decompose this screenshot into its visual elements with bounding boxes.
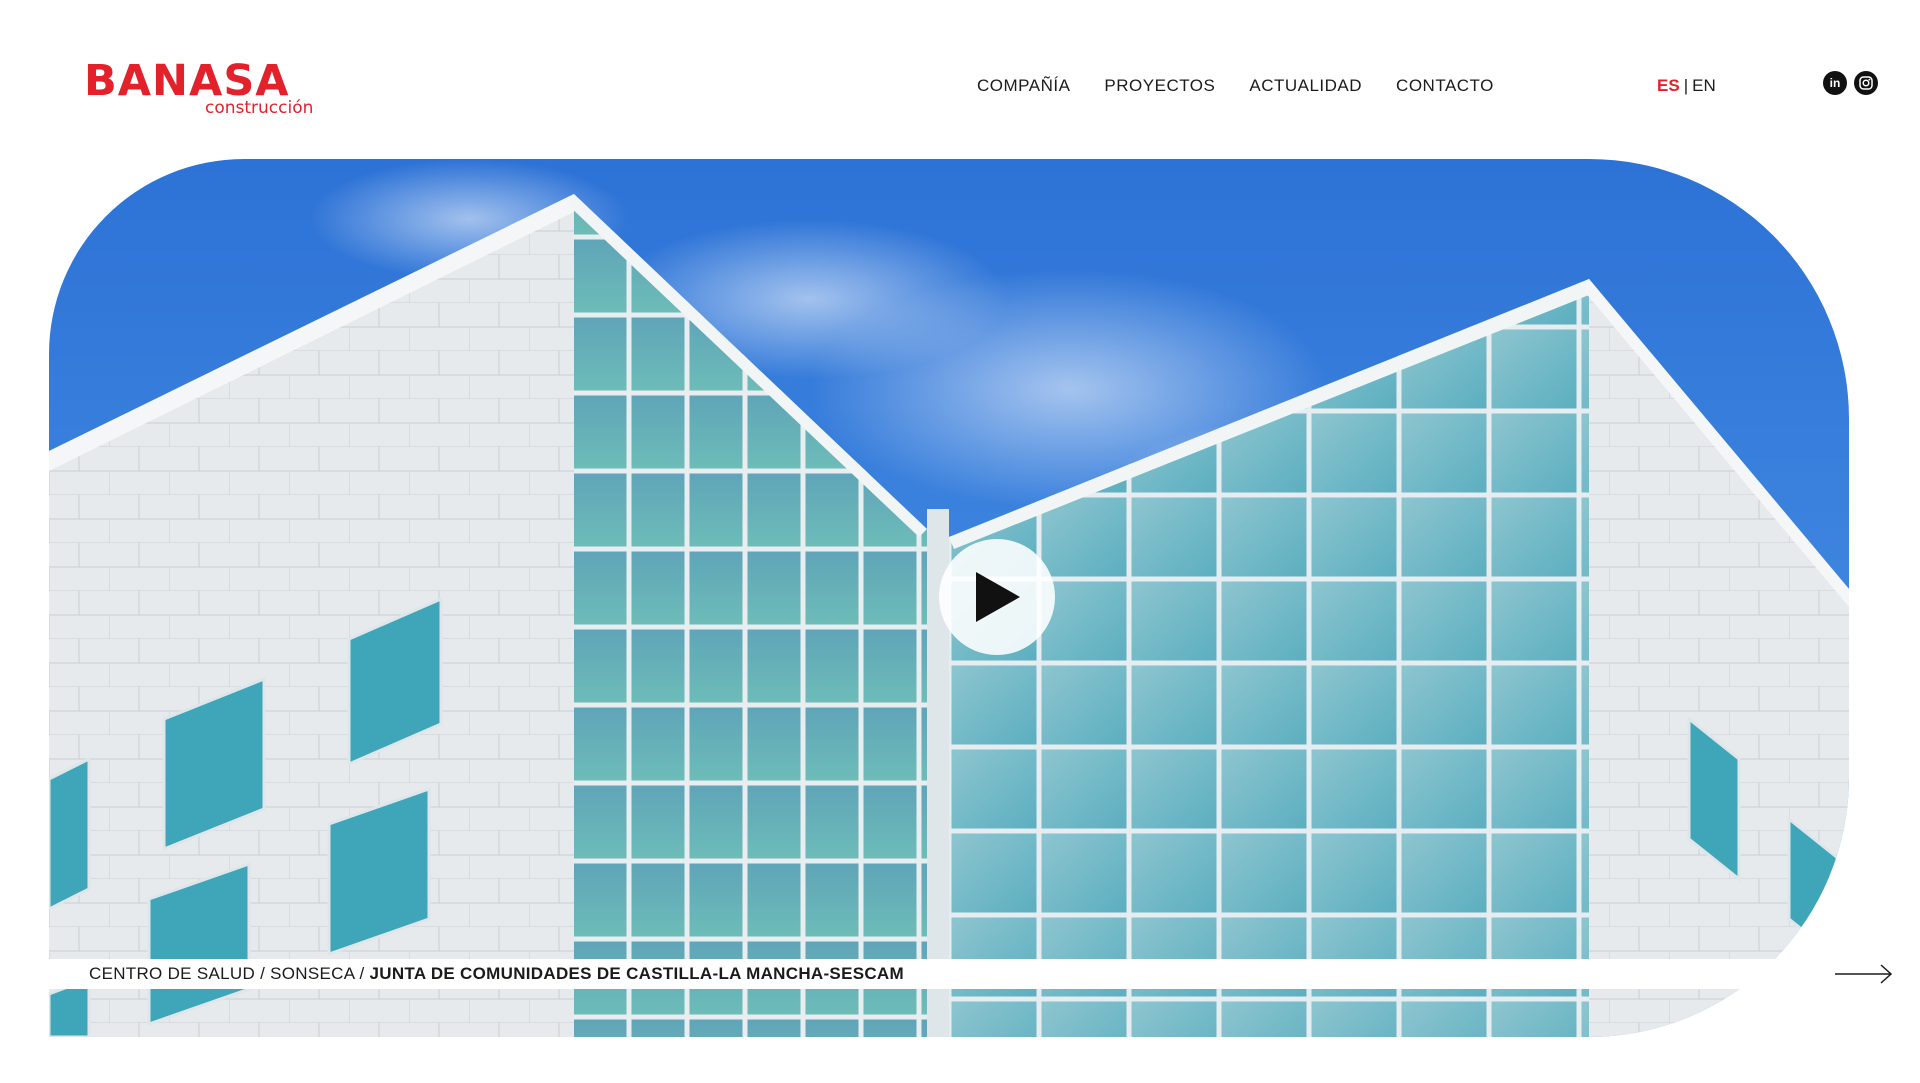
brand-tagline: construcción [205,98,314,118]
caption-separator: / [260,964,266,983]
play-button[interactable] [939,539,1055,655]
nav-item-compania[interactable]: COMPAÑÍA [977,74,1070,98]
lang-en[interactable]: EN [1692,76,1716,95]
nav-item-proyectos[interactable]: PROYECTOS [1104,74,1215,98]
project-client: JUNTA DE COMUNIDADES DE CASTILLA-LA MANC… [369,964,904,983]
nav-item-actualidad[interactable]: ACTUALIDAD [1249,74,1362,98]
social-links: in [1823,71,1878,95]
instagram-glyph [1859,76,1873,90]
next-slide-button[interactable] [1835,962,1893,986]
linkedin-icon[interactable]: in [1823,71,1847,95]
nav-item-contacto[interactable]: CONTACTO [1396,74,1494,98]
caption-separator: / [359,964,365,983]
play-icon [976,572,1020,622]
arrow-right-icon [1835,964,1893,984]
hero-banner [49,159,1849,1037]
lang-separator: | [1683,76,1689,95]
brand-logo[interactable]: BANASA construcción [84,58,334,120]
main-nav: COMPAÑÍA PROYECTOS ACTUALIDAD CONTACTO [977,74,1494,98]
language-switcher: ES | EN [1657,74,1716,98]
project-type: CENTRO DE SALUD [89,964,256,983]
linkedin-label: in [1829,76,1841,90]
project-location: SONSECA [270,964,355,983]
instagram-icon[interactable] [1854,71,1878,95]
project-caption: CENTRO DE SALUD / SONSECA / JUNTA DE COM… [89,963,904,985]
lang-es[interactable]: ES [1657,76,1680,95]
